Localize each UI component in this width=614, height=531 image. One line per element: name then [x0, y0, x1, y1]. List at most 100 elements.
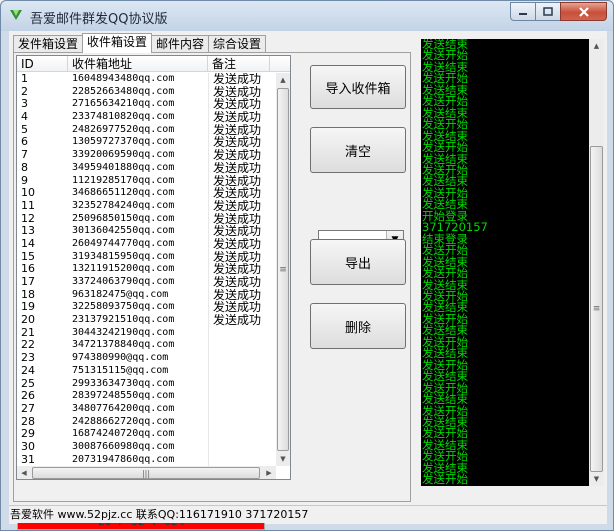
list-vertical-scrollbar[interactable]: ▲ ≡ ▼	[276, 73, 290, 466]
table-row[interactable]: 21 30443242190qq.com	[17, 326, 277, 340]
table-row[interactable]: 31 20731947860qq.com	[17, 453, 277, 467]
table-row[interactable]: 16 13211915200qq.com 发送成功	[17, 263, 277, 276]
row-id-cell: 30	[21, 440, 35, 453]
table-row[interactable]: 2 22852663480qq.com 发送成功	[17, 85, 277, 99]
row-address-cell: 33920069590qq.com	[72, 149, 175, 161]
row-id-cell: 31	[21, 453, 35, 466]
row-address-cell: 32352784240qq.com	[72, 199, 175, 211]
table-row[interactable]: 6 13059727370qq.com 发送成功	[17, 136, 277, 150]
column-header-note[interactable]: 备注	[208, 56, 270, 72]
row-address-cell: 24288662720qq.com	[72, 415, 175, 427]
table-row[interactable]: 24 751315115@qq.com	[17, 364, 277, 378]
row-address-cell: 16874240720qq.com	[72, 428, 175, 440]
row-id-cell: 9	[21, 174, 28, 187]
minimize-icon	[519, 12, 527, 15]
table-row[interactable]: 3 27165634210qq.com 发送成功	[17, 98, 277, 112]
row-address-cell: 34721378840qq.com	[72, 339, 175, 351]
table-row[interactable]: 8 34959401880qq.com 发送成功	[17, 161, 277, 175]
log-vertical-scrollbar[interactable]: ▲ ≡ ▼	[589, 39, 604, 486]
table-row[interactable]: 22 34721378840qq.com	[17, 339, 277, 353]
table-row[interactable]: 18 963182475@qq.com 发送成功	[17, 288, 277, 302]
log-scroll-up-arrow-icon[interactable]: ▲	[589, 39, 604, 53]
row-note-cell: 发送成功	[208, 73, 270, 86]
column-header-address[interactable]: 收件箱地址	[68, 56, 208, 72]
list-scroll-thumb[interactable]: ≡	[277, 88, 289, 451]
row-note-cell	[208, 415, 270, 429]
log-console[interactable]: 发送结束 发送开始 发送结束 发送开始 发送结束 发送开始 发送结束 发送开始 发送结束 发送开始…	[421, 39, 589, 486]
log-scroll-down-arrow-icon[interactable]: ▼	[589, 472, 604, 486]
row-id-cell: 16	[21, 263, 35, 276]
import-inbox-button[interactable]: 导入收件箱	[310, 65, 406, 109]
log-line: 发送开始	[422, 472, 468, 486]
row-id-cell: 20	[21, 314, 35, 327]
row-address-cell: 33724063790qq.com	[72, 276, 175, 287]
list-body: 1 16048943480qq.com 发送成功 2 22852663480qq.com…	[17, 73, 277, 467]
close-button[interactable]	[560, 2, 607, 21]
row-address-cell: 23374810820qq.com	[72, 111, 175, 123]
tab-general-settings[interactable]: 综合设置	[208, 35, 267, 53]
row-note-cell	[208, 390, 270, 403]
recipient-list[interactable]: ID 收件箱地址 备注 1 16048943480qq.com 发送成功 2 22852…	[16, 55, 291, 480]
table-row[interactable]: 7 33920069590qq.com 发送成功	[17, 149, 277, 162]
scroll-down-arrow-icon[interactable]: ▼	[276, 452, 290, 466]
row-id-cell: 7	[21, 149, 28, 162]
table-row[interactable]: 14 26049744770qq.com 发送成功	[17, 237, 277, 251]
table-row[interactable]: 17 33724063790qq.com 发送成功	[17, 276, 277, 289]
log-scroll-thumb[interactable]: ≡	[590, 146, 603, 472]
table-row[interactable]: 27 34807764200qq.com	[17, 402, 277, 416]
minimize-button[interactable]	[510, 2, 536, 21]
table-row[interactable]: 28 24288662720qq.com	[17, 415, 277, 429]
table-row[interactable]: 25 29933634730qq.com	[17, 377, 277, 391]
title-bar[interactable]: 吾爱邮件群发QQ协议版	[1, 1, 613, 31]
table-row[interactable]: 20 23137921510qq.com 发送成功	[17, 314, 277, 327]
list-hscroll-thumb[interactable]: |||	[32, 467, 260, 479]
row-id-cell: 15	[21, 250, 35, 263]
row-address-cell: 30087660980qq.com	[72, 440, 175, 452]
table-row[interactable]: 19 32258093750qq.com 发送成功	[17, 301, 277, 315]
row-id-cell: 14	[21, 237, 35, 250]
row-note-cell	[208, 402, 270, 416]
log-lines: 发送结束 发送开始 发送结束 发送开始 发送结束 发送开始 发送结束 发送开始 发送结束 发送开始…	[421, 39, 589, 486]
row-address-cell: 13059727370qq.com	[72, 136, 175, 148]
table-row[interactable]: 11 32352784240qq.com 发送成功	[17, 199, 277, 213]
close-icon	[578, 6, 589, 17]
row-id-cell: 3	[21, 98, 28, 111]
export-button[interactable]: 导出	[310, 239, 406, 285]
table-row[interactable]: 26 28397248550qq.com	[17, 390, 277, 403]
table-row[interactable]: 10 34686651120qq.com 发送成功	[17, 187, 277, 200]
table-row[interactable]: 5 24826977520qq.com 发送成功	[17, 123, 277, 137]
delete-button[interactable]: 删除	[310, 303, 406, 349]
row-id-cell: 29	[21, 428, 35, 441]
table-row[interactable]: 12 25096850150qq.com 发送成功	[17, 212, 277, 226]
maximize-icon	[543, 6, 553, 16]
maximize-button[interactable]	[535, 2, 561, 21]
scroll-right-arrow-icon[interactable]: ▶	[262, 466, 276, 479]
row-address-cell: 22852663480qq.com	[72, 85, 175, 97]
row-address-cell: 30443242190qq.com	[72, 326, 175, 338]
table-row[interactable]: 9 11219285170qq.com 发送成功	[17, 174, 277, 188]
list-horizontal-scrollbar[interactable]: ◀ ||| ▶	[17, 466, 276, 479]
clear-button[interactable]: 清空	[310, 127, 406, 173]
table-row[interactable]: 1 16048943480qq.com 发送成功	[17, 73, 277, 86]
tab-mail-content[interactable]: 邮件内容	[151, 35, 210, 53]
row-address-cell: 23137921510qq.com	[72, 314, 175, 326]
row-id-cell: 5	[21, 123, 28, 136]
table-row[interactable]: 13 30136042550qq.com 发送成功	[17, 225, 277, 238]
table-row[interactable]: 4 23374810820qq.com 发送成功	[17, 111, 277, 124]
tab-inbox-settings[interactable]: 收件箱设置	[82, 33, 153, 53]
table-row[interactable]: 15 31934815950qq.com 发送成功	[17, 250, 277, 264]
row-address-cell: 963182475@qq.com	[72, 288, 169, 300]
row-note-cell: 发送成功	[208, 276, 270, 289]
row-id-cell: 4	[21, 111, 28, 124]
column-header-id[interactable]: ID	[17, 56, 68, 72]
table-row[interactable]: 29 16874240720qq.com	[17, 428, 277, 441]
table-row[interactable]: 30 30087660980qq.com	[17, 440, 277, 454]
row-address-cell: 13211915200qq.com	[72, 263, 175, 275]
row-address-cell: 25096850150qq.com	[72, 212, 175, 224]
table-row[interactable]: 23 974380990@qq.com	[17, 352, 277, 365]
row-address-cell: 16048943480qq.com	[72, 73, 175, 84]
scroll-left-arrow-icon[interactable]: ◀	[17, 466, 31, 479]
row-note-cell: 发送成功	[208, 288, 270, 302]
tab-outbox-settings[interactable]: 发件箱设置	[13, 35, 84, 53]
scroll-up-arrow-icon[interactable]: ▲	[276, 73, 290, 87]
